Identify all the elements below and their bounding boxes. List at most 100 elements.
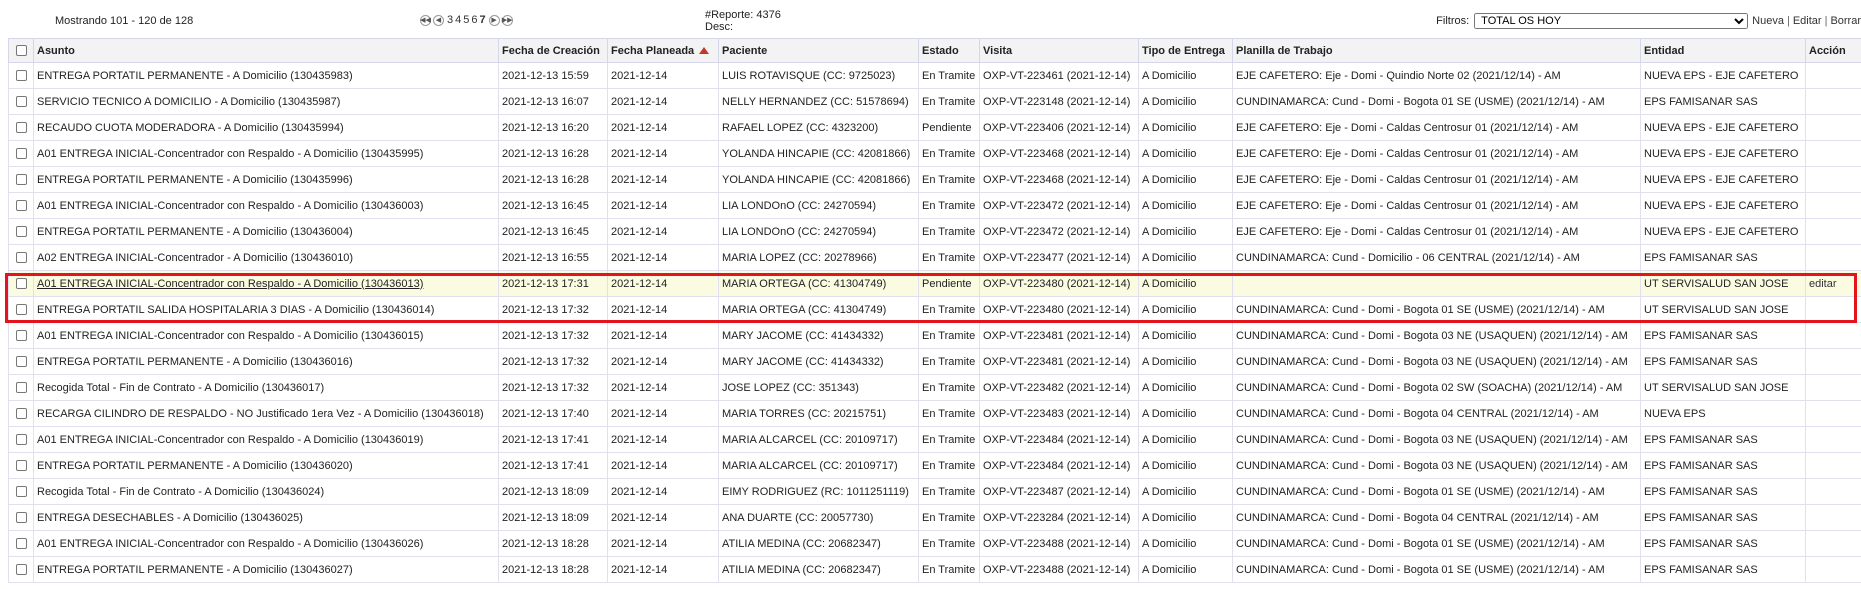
cell-asunto[interactable]: A01 ENTREGA INICIAL-Concentrador con Res… (33, 426, 499, 453)
table-row[interactable]: A01 ENTREGA INICIAL-Concentrador con Res… (8, 140, 1861, 167)
table-row[interactable]: ENTREGA PORTATIL PERMANENTE - A Domicili… (8, 166, 1861, 193)
first-page-icon[interactable]: ◀◀ (420, 14, 431, 26)
cell-asunto[interactable]: RECARGA CILINDRO DE RESPALDO - NO Justif… (33, 400, 499, 427)
row-checkbox[interactable] (15, 304, 27, 315)
row-select-cell[interactable] (8, 244, 34, 271)
cell-asunto[interactable]: ENTREGA PORTATIL PERMANENTE - A Domicili… (33, 62, 499, 89)
row-select-cell[interactable] (8, 270, 34, 297)
col-visita[interactable]: Visita (979, 38, 1139, 63)
cell-asunto[interactable]: Recogida Total - Fin de Contrato - A Dom… (33, 374, 499, 401)
table-row[interactable]: A01 ENTREGA INICIAL-Concentrador con Res… (8, 192, 1861, 219)
table-row[interactable]: A01 ENTREGA INICIAL-Concentrador con Res… (8, 322, 1861, 349)
row-select-cell[interactable] (8, 296, 34, 323)
row-checkbox[interactable] (15, 278, 27, 289)
table-row[interactable]: RECAUDO CUOTA MODERADORA - A Domicilio (… (8, 114, 1861, 141)
table-row[interactable]: A01 ENTREGA INICIAL-Concentrador con Res… (8, 426, 1861, 453)
table-row[interactable]: ENTREGA PORTATIL PERMANENTE - A Domicili… (8, 218, 1861, 245)
col-planilla[interactable]: Planilla de Trabajo (1232, 38, 1641, 63)
row-select-cell[interactable] (8, 478, 34, 505)
row-checkbox[interactable] (15, 356, 27, 367)
row-checkbox[interactable] (15, 226, 27, 237)
col-entidad[interactable]: Entidad (1640, 38, 1806, 63)
prev-page-icon[interactable]: ◀ (433, 14, 444, 26)
row-checkbox[interactable] (15, 408, 27, 419)
row-select-cell[interactable] (8, 62, 34, 89)
row-checkbox[interactable] (15, 512, 27, 523)
row-select-cell[interactable] (8, 166, 34, 193)
col-estado[interactable]: Estado (918, 38, 980, 63)
row-checkbox[interactable] (15, 96, 27, 107)
col-fecha-planeada[interactable]: Fecha Planeada (607, 38, 719, 63)
row-checkbox[interactable] (15, 434, 27, 445)
select-all-header[interactable] (8, 38, 34, 63)
table-row[interactable]: A02 ENTREGA INICIAL-Concentrador - A Dom… (8, 244, 1861, 271)
table-row[interactable]: A01 ENTREGA INICIAL-Concentrador con Res… (8, 270, 1861, 297)
row-select-cell[interactable] (8, 452, 34, 479)
cell-asunto[interactable]: A01 ENTREGA INICIAL-Concentrador con Res… (33, 270, 499, 297)
nueva-link[interactable]: Nueva (1752, 15, 1784, 27)
row-select-cell[interactable] (8, 322, 34, 349)
last-page-icon[interactable]: ▶▶ (501, 14, 513, 26)
cell-asunto[interactable]: SERVICIO TECNICO A DOMICILIO - A Domicil… (33, 88, 499, 115)
row-select-cell[interactable] (8, 218, 34, 245)
table-row[interactable]: SERVICIO TECNICO A DOMICILIO - A Domicil… (8, 88, 1861, 115)
edit-row-link[interactable]: editar (1809, 278, 1837, 290)
cell-asunto[interactable]: A01 ENTREGA INICIAL-Concentrador con Res… (33, 530, 499, 557)
row-select-cell[interactable] (8, 114, 34, 141)
row-select-cell[interactable] (8, 374, 34, 401)
cell-asunto[interactable]: ENTREGA PORTATIL SALIDA HOSPITALARIA 3 D… (33, 296, 499, 323)
row-select-cell[interactable] (8, 556, 34, 583)
cell-asunto[interactable]: ENTREGA DESECHABLES - A Domicilio (13043… (33, 504, 499, 531)
cell-asunto[interactable]: A02 ENTREGA INICIAL-Concentrador - A Dom… (33, 244, 499, 271)
table-row[interactable]: ENTREGA PORTATIL PERMANENTE - A Domicili… (8, 62, 1861, 89)
row-checkbox[interactable] (15, 538, 27, 549)
row-select-cell[interactable] (8, 348, 34, 375)
row-select-cell[interactable] (8, 88, 34, 115)
cell-asunto[interactable]: A01 ENTREGA INICIAL-Concentrador con Res… (33, 192, 499, 219)
row-checkbox[interactable] (15, 564, 27, 575)
col-asunto[interactable]: Asunto (33, 38, 499, 63)
row-checkbox[interactable] (15, 174, 27, 185)
row-checkbox[interactable] (15, 70, 27, 81)
editar-link[interactable]: Editar (1793, 15, 1822, 27)
page-number[interactable]: 7 (479, 14, 487, 26)
table-row[interactable]: ENTREGA PORTATIL SALIDA HOSPITALARIA 3 D… (8, 296, 1861, 323)
table-row[interactable]: ENTREGA PORTATIL PERMANENTE - A Domicili… (8, 348, 1861, 375)
row-select-cell[interactable] (8, 400, 34, 427)
row-select-cell[interactable] (8, 192, 34, 219)
row-checkbox[interactable] (15, 252, 27, 263)
row-checkbox[interactable] (15, 460, 27, 471)
row-select-cell[interactable] (8, 530, 34, 557)
row-checkbox[interactable] (15, 382, 27, 393)
table-row[interactable]: ENTREGA PORTATIL PERMANENTE - A Domicili… (8, 452, 1861, 479)
table-row[interactable]: A01 ENTREGA INICIAL-Concentrador con Res… (8, 530, 1861, 557)
col-paciente[interactable]: Paciente (718, 38, 919, 63)
row-select-cell[interactable] (8, 140, 34, 167)
borrar-link[interactable]: Borrar (1830, 15, 1861, 27)
cell-asunto[interactable]: ENTREGA PORTATIL PERMANENTE - A Domicili… (33, 556, 499, 583)
col-tipo-entrega[interactable]: Tipo de Entrega (1138, 38, 1233, 63)
table-row[interactable]: Recogida Total - Fin de Contrato - A Dom… (8, 478, 1861, 505)
cell-asunto[interactable]: ENTREGA PORTATIL PERMANENTE - A Domicili… (33, 348, 499, 375)
cell-asunto[interactable]: ENTREGA PORTATIL PERMANENTE - A Domicili… (33, 452, 499, 479)
cell-asunto[interactable]: A01 ENTREGA INICIAL-Concentrador con Res… (33, 140, 499, 167)
table-row[interactable]: ENTREGA PORTATIL PERMANENTE - A Domicili… (8, 556, 1861, 583)
col-fecha-creacion[interactable]: Fecha de Creación (498, 38, 608, 63)
page-number[interactable]: 6 (470, 14, 478, 26)
row-checkbox[interactable] (15, 148, 27, 159)
page-number[interactable]: 3 (446, 14, 454, 26)
table-row[interactable]: Recogida Total - Fin de Contrato - A Dom… (8, 374, 1861, 401)
table-row[interactable]: RECARGA CILINDRO DE RESPALDO - NO Justif… (8, 400, 1861, 427)
cell-asunto[interactable]: ENTREGA PORTATIL PERMANENTE - A Domicili… (33, 166, 499, 193)
next-page-icon[interactable]: ▶ (488, 14, 500, 26)
row-select-cell[interactable] (8, 504, 34, 531)
cell-asunto[interactable]: RECAUDO CUOTA MODERADORA - A Domicilio (… (33, 114, 499, 141)
row-select-cell[interactable] (8, 426, 34, 453)
cell-asunto[interactable]: A01 ENTREGA INICIAL-Concentrador con Res… (33, 322, 499, 349)
row-checkbox[interactable] (15, 486, 27, 497)
cell-asunto[interactable]: ENTREGA PORTATIL PERMANENTE - A Domicili… (33, 218, 499, 245)
table-row[interactable]: ENTREGA DESECHABLES - A Domicilio (13043… (8, 504, 1861, 531)
cell-asunto[interactable]: Recogida Total - Fin de Contrato - A Dom… (33, 478, 499, 505)
row-checkbox[interactable] (15, 200, 27, 211)
select-all-checkbox[interactable] (15, 45, 27, 56)
